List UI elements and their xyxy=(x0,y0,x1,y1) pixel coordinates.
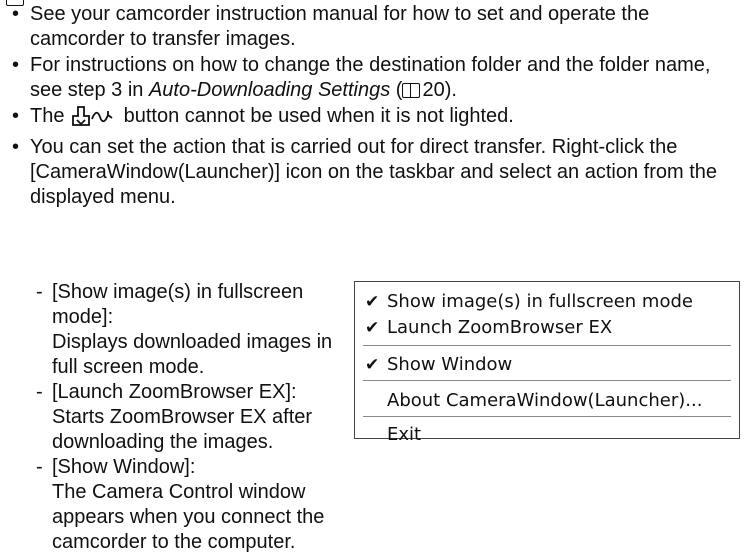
sub-item-desc: The Camera Control window appears when y… xyxy=(52,481,325,553)
sub-item: - [Show image(s) in fullscreen mode]: Di… xyxy=(34,280,334,380)
sub-item-desc: Starts ZoomBrowser EX after downloading … xyxy=(52,406,313,453)
dash-marker: - xyxy=(36,281,43,303)
bullet-marker: • xyxy=(12,136,20,158)
menu-item-exit[interactable]: Exit xyxy=(355,423,739,447)
bullet-item: • You can set the action that is carried… xyxy=(8,135,744,210)
menu-item-label: About CameraWindow(Launcher)... xyxy=(387,390,703,411)
menu-item-label: Show Window xyxy=(387,354,513,375)
bullet-item: • For instructions on how to change the … xyxy=(8,53,744,103)
bullet-text: button cannot be used when it is not lig… xyxy=(118,105,514,127)
menu-item-label: Exit xyxy=(387,424,422,445)
sub-item-title: [Show image(s) in fullscreen mode]: xyxy=(52,281,304,328)
menu-item-show-window[interactable]: ✔ Show Window xyxy=(355,353,739,377)
sub-item-title: [Launch ZoomBrowser EX]: xyxy=(52,381,297,403)
bullet-text: The xyxy=(30,105,71,127)
checkmark-icon: ✔ xyxy=(365,292,380,312)
menu-item-fullscreen[interactable]: ✔ Show image(s) in fullscreen mode xyxy=(355,290,739,314)
menu-item-label: Show image(s) in fullscreen mode xyxy=(387,291,693,312)
checkmark-icon: ✔ xyxy=(365,318,380,338)
bullet-marker: • xyxy=(12,3,20,25)
bullet-text: See your camcorder instruction manual fo… xyxy=(30,3,650,50)
bullet-text: ( xyxy=(390,79,403,101)
bullet-marker: • xyxy=(12,54,20,76)
bullet-item: • See your camcorder instruction manual … xyxy=(8,2,744,52)
sub-item-title: [Show Window]: xyxy=(52,456,196,478)
menu-item-label: Launch ZoomBrowser EX xyxy=(387,317,613,338)
bullet-text: ). xyxy=(444,79,457,101)
context-menu: ✔ Show image(s) in fullscreen mode ✔ Lau… xyxy=(354,281,740,445)
instructions-list: • See your camcorder instruction manual … xyxy=(8,2,744,211)
menu-separator xyxy=(363,380,731,381)
page-number: 20 xyxy=(422,79,445,101)
dash-marker: - xyxy=(36,456,43,478)
book-icon xyxy=(402,83,421,98)
menu-item-about[interactable]: About CameraWindow(Launcher)... xyxy=(355,389,739,413)
bullet-item: • The button cannot be used when it is n… xyxy=(8,104,744,134)
sub-item: - [Launch ZoomBrowser EX]: Starts ZoomBr… xyxy=(34,380,334,455)
sub-item: - [Show Window]: The Camera Control wind… xyxy=(34,455,334,555)
bullet-text: You can set the action that is carried o… xyxy=(30,136,718,208)
print-share-icon xyxy=(70,105,116,134)
checkmark-icon: ✔ xyxy=(365,355,380,375)
menu-item-launch-zoombrowser[interactable]: ✔ Launch ZoomBrowser EX xyxy=(355,316,739,340)
section-reference: Auto-Downloading Settings xyxy=(148,79,391,101)
menu-separator xyxy=(363,416,731,417)
dash-marker: - xyxy=(36,381,43,403)
bullet-marker: • xyxy=(12,105,20,127)
menu-separator xyxy=(363,345,731,346)
menu-option-descriptions: - [Show image(s) in fullscreen mode]: Di… xyxy=(34,280,334,555)
sub-item-desc: Displays downloaded images in full scree… xyxy=(52,331,333,378)
